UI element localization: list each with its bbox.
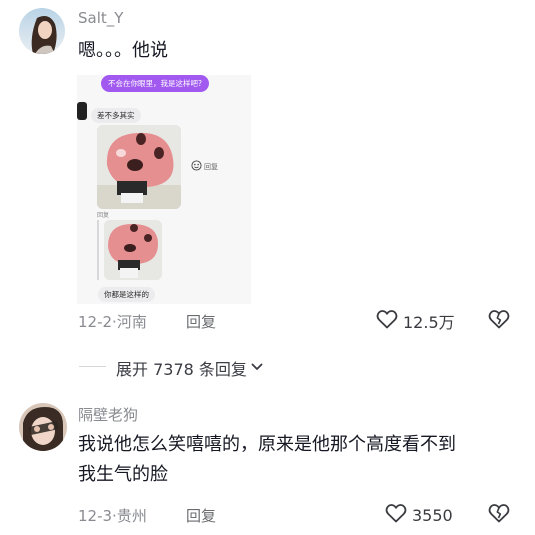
smiley-icon [191, 160, 202, 173]
reply-button[interactable]: 回复 [186, 505, 216, 526]
question-bubble: 不会在你眼里，我是这样吧? [101, 75, 209, 92]
heart-icon [384, 501, 408, 529]
answer-bubble: 差不多其实 [91, 108, 141, 123]
dislike-button[interactable] [487, 501, 511, 529]
comment-location: 河南 [116, 313, 147, 331]
avatar[interactable] [19, 403, 67, 451]
expand-divider [79, 366, 106, 367]
expand-replies-button[interactable]: 展开 7378 条回复 [116, 356, 264, 380]
like-button[interactable]: 3550 [384, 501, 453, 529]
sticker-thumbnail-quoted [104, 220, 162, 280]
chevron-down-icon [250, 359, 264, 378]
comment-username[interactable]: Salt_Y [78, 9, 123, 27]
broken-heart-icon [487, 504, 511, 529]
comment-meta: 12-3·贵州 [78, 507, 147, 525]
like-button[interactable]: 12.5万 [375, 307, 455, 335]
comment-text: 嗯。。。他说 [78, 40, 168, 61]
inline-reply-label: 回复 [204, 162, 218, 171]
comment-text: 我说他怎么笑嘻嘻的，原来是他那个高度看不到 我生气的脸 [78, 430, 456, 490]
like-count: 12.5万 [403, 313, 455, 332]
expand-replies-label: 展开 7378 条回复 [116, 360, 247, 379]
inline-reply-button: 回复 [191, 160, 218, 173]
comment-text-line: 我生气的脸 [78, 464, 168, 485]
comment-location: 贵州 [116, 507, 147, 525]
mini-avatar [77, 102, 87, 120]
comment-username[interactable]: 隔壁老狗 [78, 404, 138, 425]
broken-heart-icon [487, 310, 511, 335]
sticker-thumbnail [97, 125, 181, 209]
dislike-button[interactable] [487, 307, 511, 335]
avatar-image [19, 8, 65, 54]
quote-line [97, 220, 99, 280]
heart-icon [375, 307, 399, 335]
quoted-label: 回复 [97, 212, 110, 219]
like-count: 3550 [412, 505, 453, 525]
avatar[interactable] [19, 8, 65, 54]
comment-image[interactable]: 不会在你眼里，我是这样吧? 差不多其实 回复 回复 你都是这样的 [77, 75, 251, 304]
comment-date: 12-2 [78, 313, 113, 331]
avatar-image [19, 403, 67, 451]
reply-button[interactable]: 回复 [186, 311, 216, 332]
caption-bubble: 你都是这样的 [98, 287, 155, 302]
comment-meta: 12-2·河南 [78, 313, 147, 331]
comment-text-line: 我说他怎么笑嘻嘻的，原来是他那个高度看不到 [78, 434, 456, 455]
comment-date: 12-3 [78, 507, 113, 525]
